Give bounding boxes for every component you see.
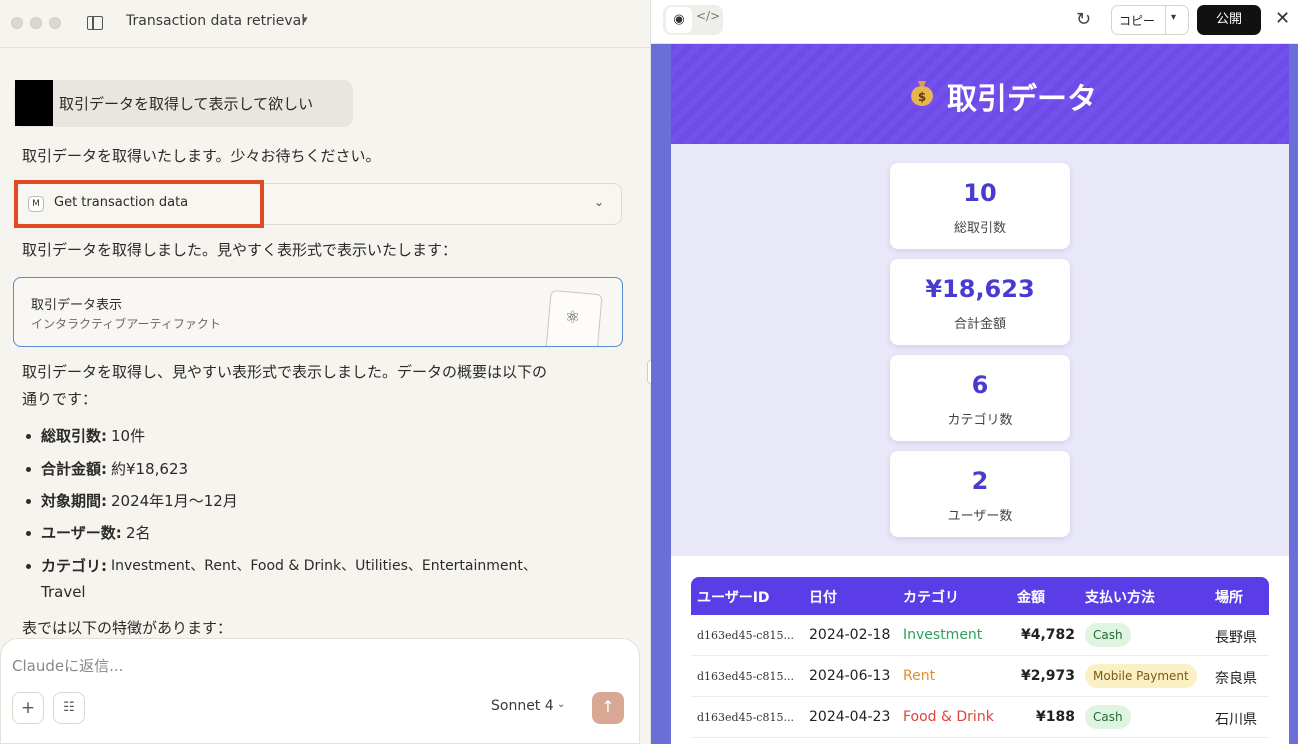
cell-category: Investment: [903, 627, 983, 643]
list-item-value: 2名: [126, 524, 151, 542]
copy-label[interactable]: コピー: [1119, 12, 1155, 29]
chevron-down-icon[interactable]: ⌄: [594, 195, 604, 209]
window-close-dot[interactable]: [11, 17, 23, 29]
settings-sliders-icon[interactable]: ☷: [53, 692, 85, 724]
code-icon[interactable]: </>: [696, 9, 720, 23]
cell-location: 石川県: [1215, 712, 1257, 728]
reply-input[interactable]: Claudeに返信...: [12, 655, 123, 676]
highlight-annotation-box: [14, 180, 264, 228]
cell-date: 2024-06-13: [809, 668, 891, 684]
assistant-reply-1: 取引データを取得いたします。少々お待ちください。: [22, 147, 381, 165]
chevron-down-icon[interactable]: ⌄: [557, 699, 565, 710]
title-bar: Transaction data retrieval ▾: [0, 0, 650, 48]
cell-location: 奈良県: [1215, 671, 1257, 687]
artifact-subtitle: インタラクティブアーティファクト: [31, 317, 221, 331]
column-header[interactable]: 金額: [1017, 587, 1045, 607]
cell-location: 長野県: [1215, 630, 1257, 646]
window-minimize-dot[interactable]: [30, 17, 42, 29]
divider: [1165, 5, 1166, 35]
list-item-value: Investment、Rent、Food & Drink、Utilities、E…: [111, 558, 537, 574]
cell-user-id: d163ed45-c815...: [697, 629, 794, 642]
chat-pane: Transaction data retrieval ▾ 取引データを取得して表…: [0, 0, 651, 744]
conversation-title[interactable]: Transaction data retrieval: [126, 13, 305, 29]
list-item-value: 2024年1月〜12月: [111, 492, 238, 510]
preview-toolbar: ◉ </> ↻ コピー ▾ 公開 ✕: [651, 0, 1298, 44]
column-header[interactable]: 場所: [1215, 587, 1243, 607]
stat-label: カテゴリ数: [947, 413, 1013, 428]
assistant-reply-2: 取引データを取得しました。見やすく表形式で表示いたします：: [22, 241, 458, 259]
refresh-icon[interactable]: ↻: [1076, 9, 1091, 30]
list-item-key: ユーザー数:: [41, 524, 122, 542]
stat-value: ¥18,623: [925, 275, 1035, 303]
table-header: ユーザーID 日付 カテゴリ 金額 支払い方法 場所: [691, 577, 1269, 615]
table-row: d163ed45-c815... 2024-04-23 Food & Drink…: [691, 697, 1269, 738]
artifact-title: 取引データ表示: [31, 298, 123, 313]
user-message-text: 取引データを取得して表示して欲しい: [59, 95, 314, 113]
chevron-down-icon[interactable]: ▾: [1171, 12, 1176, 23]
column-header[interactable]: ユーザーID: [697, 587, 770, 607]
list-item-key: カテゴリ:: [41, 557, 107, 575]
cell-amount: ¥188: [1036, 709, 1075, 725]
stat-card-category-count: 6 カテゴリ数: [890, 355, 1070, 441]
list-item-value: 約¥18,623: [111, 460, 189, 478]
cell-amount: ¥4,782: [1020, 627, 1075, 643]
stat-label: 合計金額: [953, 317, 1006, 332]
publish-button[interactable]: 公開: [1197, 5, 1261, 35]
bullet-dot: [26, 434, 31, 439]
list-item-value: 10件: [111, 427, 146, 445]
payment-badge: Cash: [1085, 705, 1131, 729]
cell-category: Rent: [903, 668, 936, 684]
cell-date: 2024-02-18: [809, 627, 891, 643]
column-header[interactable]: 日付: [809, 587, 837, 607]
stats-area: 10 総取引数 ¥18,623 合計金額 6 カテゴリ数 2 ユーザー数: [671, 144, 1289, 556]
column-header[interactable]: カテゴリ: [903, 587, 959, 607]
cell-amount: ¥2,973: [1020, 668, 1075, 684]
send-button[interactable]: ↑: [592, 692, 624, 724]
window-zoom-dot[interactable]: [49, 17, 61, 29]
list-item-key: 対象期間:: [41, 492, 107, 510]
assistant-reply-3-line1: 取引データを取得し、見やすい表形式で表示しました。データの概要は以下の: [22, 363, 548, 381]
model-selector[interactable]: Sonnet 4: [491, 698, 554, 714]
svg-text:$: $: [918, 90, 926, 104]
table-row: d163ed45-c815... 2024-06-13 Rent ¥2,973 …: [691, 656, 1269, 697]
dashboard-header: $ 取引データ: [671, 44, 1289, 144]
money-bag-icon: $: [911, 81, 933, 106]
payment-badge: Mobile Payment: [1085, 664, 1197, 688]
dashboard-title: 取引データ: [947, 82, 1097, 117]
stat-value: 10: [963, 179, 997, 207]
stat-card-total-transactions: 10 総取引数: [890, 163, 1070, 249]
bullet-dot: [26, 499, 31, 504]
payment-badge: Cash: [1085, 623, 1131, 647]
stat-card-user-count: 2 ユーザー数: [890, 451, 1070, 537]
chevron-down-icon[interactable]: ▾: [302, 13, 308, 26]
react-atom-icon: ⚛: [565, 308, 581, 328]
avatar: [15, 80, 53, 126]
list-item-key: 合計金額:: [41, 460, 107, 478]
sidebar-toggle-icon[interactable]: [87, 16, 103, 30]
eye-icon[interactable]: ◉: [666, 7, 692, 33]
bullet-dot: [26, 467, 31, 472]
close-icon[interactable]: ✕: [1275, 8, 1290, 29]
transactions-table-area: ユーザーID 日付 カテゴリ 金額 支払い方法 場所 d163ed45-c815…: [671, 556, 1289, 744]
cell-category: Food & Drink: [903, 709, 994, 725]
cell-date: 2024-04-23: [809, 709, 891, 725]
list-item-key: 総取引数:: [41, 427, 107, 445]
stat-value: 6: [971, 371, 989, 399]
stat-value: 2: [971, 467, 989, 495]
cell-user-id: d163ed45-c815...: [697, 670, 794, 683]
artifact-card[interactable]: 取引データ表示 インタラクティブアーティファクト ⚛: [13, 277, 623, 347]
stat-label: ユーザー数: [947, 509, 1013, 524]
composer: [0, 638, 640, 744]
bullet-dot: [26, 531, 31, 536]
list-item-value-cont: Travel: [41, 583, 86, 601]
column-header[interactable]: 支払い方法: [1085, 587, 1155, 607]
artifact-preview-pane: ◉ </> ↻ コピー ▾ 公開 ✕ $ 取引データ 10 総取引数 ¥18,6…: [651, 0, 1298, 744]
assistant-reply-3-line2: 通りです：: [22, 390, 98, 408]
cell-user-id: d163ed45-c815...: [697, 711, 794, 724]
stat-label: 総取引数: [953, 221, 1006, 236]
bullet-dot: [26, 564, 31, 569]
table-row: d163ed45-c815... 2024-02-18 Investment ¥…: [691, 615, 1269, 656]
stat-card-total-amount: ¥18,623 合計金額: [890, 259, 1070, 345]
add-attachment-button[interactable]: +: [12, 692, 44, 724]
